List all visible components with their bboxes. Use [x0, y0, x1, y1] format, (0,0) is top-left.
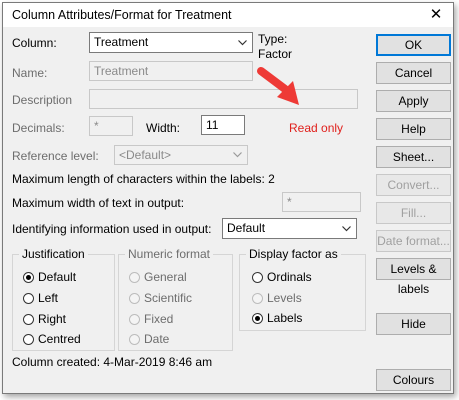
- radio-icon: [23, 333, 34, 345]
- justification-group: Justification Default Left Right Centred: [12, 247, 115, 351]
- option-label: General: [144, 270, 187, 284]
- option-label: Date: [144, 332, 170, 346]
- display-factor-label: Display factor as: [246, 247, 341, 261]
- width-value: 11: [206, 118, 219, 132]
- justification-centred-option[interactable]: Centred: [23, 332, 81, 346]
- identifying-select[interactable]: Default: [222, 218, 357, 239]
- decimals-value: *: [94, 119, 99, 133]
- chevron-down-icon: [233, 146, 242, 164]
- justification-label: Justification: [19, 247, 88, 261]
- description-label: Description: [12, 93, 73, 107]
- justification-left-option[interactable]: Left: [23, 291, 58, 305]
- radio-icon: [129, 271, 140, 283]
- reference-level-value: <Default>: [119, 148, 172, 162]
- display-factor-group: Display factor as Ordinals Levels Labels: [239, 247, 366, 331]
- radio-icon: [252, 271, 263, 283]
- decimals-label: Decimals:: [12, 121, 65, 135]
- radio-checked-icon: [252, 312, 263, 324]
- apply-button[interactable]: Apply: [376, 90, 451, 112]
- close-icon: ✕: [429, 6, 443, 23]
- justification-default-option[interactable]: Default: [23, 270, 76, 284]
- numeric-format-group: Numeric format General Scientific Fixed …: [118, 247, 233, 351]
- dialog-title: Column Attributes/Format for Treatment: [12, 8, 232, 22]
- justification-right-option[interactable]: Right: [23, 312, 66, 326]
- column-attributes-dialog: Column Attributes/Format for Treatment ✕…: [2, 2, 454, 394]
- type-label: Type:: [258, 32, 288, 46]
- option-label: Labels: [267, 311, 303, 325]
- numeric-format-label: Numeric format: [125, 247, 214, 261]
- option-label: Centred: [38, 332, 81, 346]
- option-label: Ordinals: [267, 270, 312, 284]
- radio-icon: [129, 292, 140, 304]
- numeric-date-option[interactable]: Date: [129, 332, 169, 346]
- radio-icon: [23, 313, 34, 325]
- read-only-annotation: Read only: [289, 121, 344, 135]
- width-label: Width:: [146, 121, 181, 135]
- name-label: Name:: [12, 66, 48, 80]
- chevron-down-icon: [238, 33, 247, 52]
- option-label: Default: [38, 270, 77, 284]
- identifying-label: Identifying information used in output:: [12, 222, 212, 236]
- max-length-text: Maximum length of characters within the …: [12, 172, 275, 186]
- identifying-value: Default: [227, 221, 266, 235]
- cancel-button[interactable]: Cancel: [376, 62, 451, 84]
- arrow-icon: [257, 67, 299, 105]
- radio-icon: [129, 333, 140, 345]
- chevron-down-icon: [342, 219, 351, 238]
- option-label: Right: [38, 312, 67, 326]
- hide-button[interactable]: Hide: [376, 313, 451, 335]
- column-label: Column:: [12, 36, 57, 50]
- max-width-field[interactable]: *: [282, 192, 361, 212]
- max-width-label: Maximum width of text in output:: [12, 196, 185, 210]
- option-label: Left: [38, 291, 59, 305]
- help-button[interactable]: Help: [376, 118, 451, 140]
- levels-labels-button[interactable]: Levels & labels: [376, 258, 451, 296]
- title-bar: Column Attributes/Format for Treatment ✕: [3, 3, 453, 27]
- display-levels-option[interactable]: Levels: [252, 291, 302, 305]
- name-value: Treatment: [94, 64, 149, 78]
- name-field[interactable]: Treatment: [89, 61, 253, 81]
- numeric-general-option[interactable]: General: [129, 270, 187, 284]
- radio-icon: [252, 292, 263, 304]
- ok-button[interactable]: OK: [376, 34, 451, 56]
- date-format-button[interactable]: Date format...: [376, 230, 451, 252]
- type-value: Factor: [258, 47, 293, 61]
- radio-icon: [23, 292, 34, 304]
- close-button[interactable]: ✕: [419, 3, 453, 27]
- decimals-field[interactable]: *: [89, 116, 133, 136]
- column-select-value: Treatment: [94, 35, 149, 49]
- option-label: Fixed: [144, 312, 174, 326]
- sheet-button[interactable]: Sheet...: [376, 146, 451, 168]
- radio-icon: [129, 313, 140, 325]
- display-ordinals-option[interactable]: Ordinals: [252, 270, 312, 284]
- numeric-fixed-option[interactable]: Fixed: [129, 312, 173, 326]
- numeric-scientific-option[interactable]: Scientific: [129, 291, 192, 305]
- column-created-status: Column created: 4-Mar-2019 8:46 am: [12, 355, 213, 369]
- fill-button[interactable]: Fill...: [376, 202, 451, 224]
- convert-button[interactable]: Convert...: [376, 174, 451, 196]
- colours-button[interactable]: Colours: [376, 369, 451, 391]
- width-field[interactable]: 11: [201, 115, 245, 135]
- option-label: Scientific: [144, 291, 193, 305]
- reference-level-select[interactable]: <Default>: [114, 145, 248, 165]
- max-width-value: *: [287, 195, 292, 209]
- display-labels-option[interactable]: Labels: [252, 311, 302, 325]
- column-select[interactable]: Treatment: [89, 32, 253, 53]
- reference-level-label: Reference level:: [12, 149, 99, 163]
- radio-checked-icon: [23, 271, 34, 283]
- option-label: Levels: [267, 291, 302, 305]
